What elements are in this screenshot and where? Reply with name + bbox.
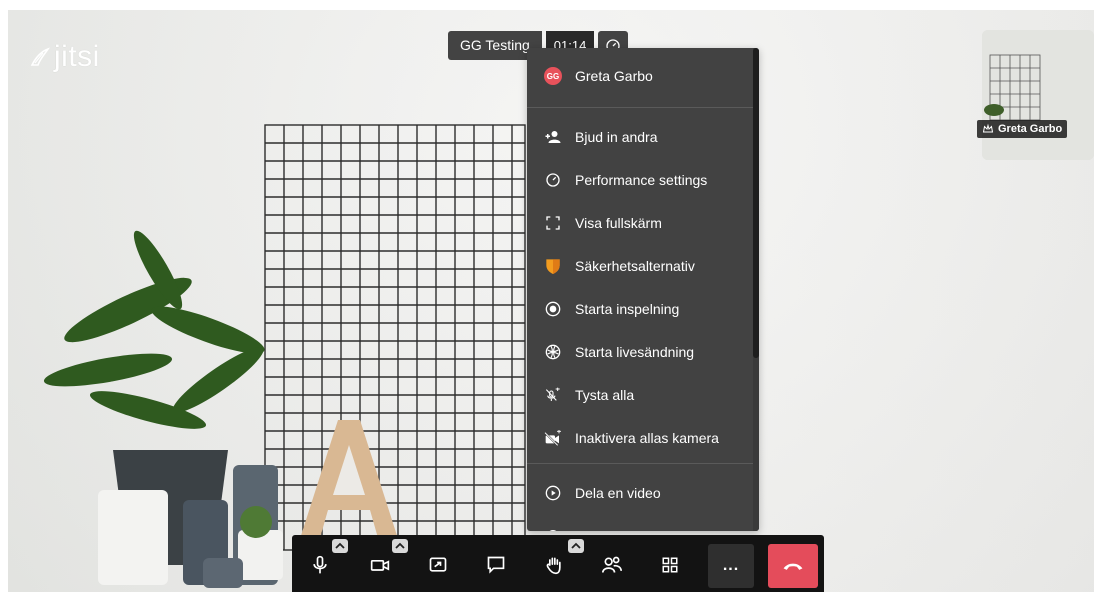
- menu-item-livestream[interactable]: Starta livesändning: [527, 332, 753, 372]
- menu-item-label: Visa fullskärm: [575, 215, 662, 231]
- self-view-thumbnail[interactable]: [982, 30, 1094, 160]
- chevron-up-icon: [395, 542, 405, 549]
- self-view-video: [982, 30, 1094, 160]
- more-actions-button[interactable]: ...: [708, 544, 754, 588]
- crown-icon: [982, 123, 994, 133]
- main-toolbar: ...: [292, 535, 824, 592]
- menu-scrollbar-thumb[interactable]: [753, 48, 759, 358]
- menu-item-label: Performance settings: [575, 172, 708, 188]
- camera-icon: [370, 560, 390, 571]
- menu-item-security[interactable]: Säkerhetsalternativ: [527, 246, 753, 286]
- participants-icon: [602, 556, 622, 573]
- more-actions-menu: GG Greta Garbo Bjud in andra Performance…: [527, 48, 759, 531]
- hand-icon: [546, 557, 561, 575]
- menu-divider: [527, 463, 753, 464]
- jitsi-logo-icon: [30, 47, 50, 66]
- settings-icon: [549, 530, 557, 531]
- camera-off-icon: [544, 430, 561, 446]
- menu-item-label: Säkerhetsalternativ: [575, 258, 695, 274]
- hangup-button[interactable]: [768, 544, 818, 588]
- live-stream-icon: [545, 344, 561, 360]
- avatar: GG: [544, 67, 562, 85]
- menu-item-recording[interactable]: Starta inspelning: [527, 289, 753, 329]
- microphone-icon: [313, 555, 327, 574]
- menu-item-share-video[interactable]: Dela en video: [527, 473, 753, 513]
- shield-icon: [546, 259, 560, 274]
- menu-item-invite[interactable]: Bjud in andra: [527, 117, 753, 157]
- menu-item-performance[interactable]: Performance settings: [527, 160, 753, 200]
- gauge-icon: [546, 173, 560, 187]
- brand-name: jitsi: [54, 40, 100, 73]
- more-icon: ...: [722, 557, 740, 574]
- menu-divider: [527, 107, 753, 108]
- menu-item-fullscreen[interactable]: Visa fullskärm: [527, 203, 753, 243]
- menu-item-label: Tysta alla: [575, 387, 635, 403]
- share-screen-button[interactable]: [418, 545, 458, 585]
- self-view-name: Greta Garbo: [998, 123, 1063, 135]
- fullscreen-icon: [546, 216, 560, 230]
- tile-view-icon: [662, 557, 678, 573]
- chevron-up-icon: [335, 542, 345, 549]
- menu-item-label: Bjud in andra: [575, 129, 658, 145]
- audio-settings-toggle[interactable]: [332, 539, 348, 553]
- menu-item-label: Inaktivera allas kamera: [575, 430, 719, 446]
- chat-button[interactable]: [476, 545, 516, 585]
- add-person-icon: [545, 131, 561, 143]
- chat-icon: [487, 556, 505, 574]
- profile-name: Greta Garbo: [575, 68, 653, 84]
- menu-scrollbar[interactable]: [753, 48, 759, 531]
- menu-profile[interactable]: GG Greta Garbo: [527, 56, 753, 96]
- record-icon: [545, 301, 561, 317]
- share-screen-icon: [429, 557, 447, 572]
- self-view-name-label: Greta Garbo: [977, 120, 1068, 138]
- play-circle-icon: [545, 485, 561, 501]
- menu-item-disable-cameras[interactable]: Inaktivera allas kamera: [527, 418, 753, 458]
- hangup-icon: [783, 563, 803, 570]
- tile-view-button[interactable]: [650, 545, 690, 585]
- video-settings-toggle[interactable]: [392, 539, 408, 553]
- jitsi-logo: jitsi: [28, 40, 100, 74]
- menu-item-mute-all[interactable]: Tysta alla: [527, 375, 753, 415]
- participants-button[interactable]: [592, 545, 632, 585]
- menu-item-label: Starta livesändning: [575, 344, 695, 360]
- menu-item-label: Starta inspelning: [575, 301, 680, 317]
- chevron-up-icon: [571, 542, 581, 549]
- mute-all-icon: [545, 387, 560, 401]
- reactions-toggle[interactable]: [568, 539, 584, 553]
- menu-item-partial[interactable]: [527, 516, 753, 531]
- menu-item-label: Dela en video: [575, 485, 661, 501]
